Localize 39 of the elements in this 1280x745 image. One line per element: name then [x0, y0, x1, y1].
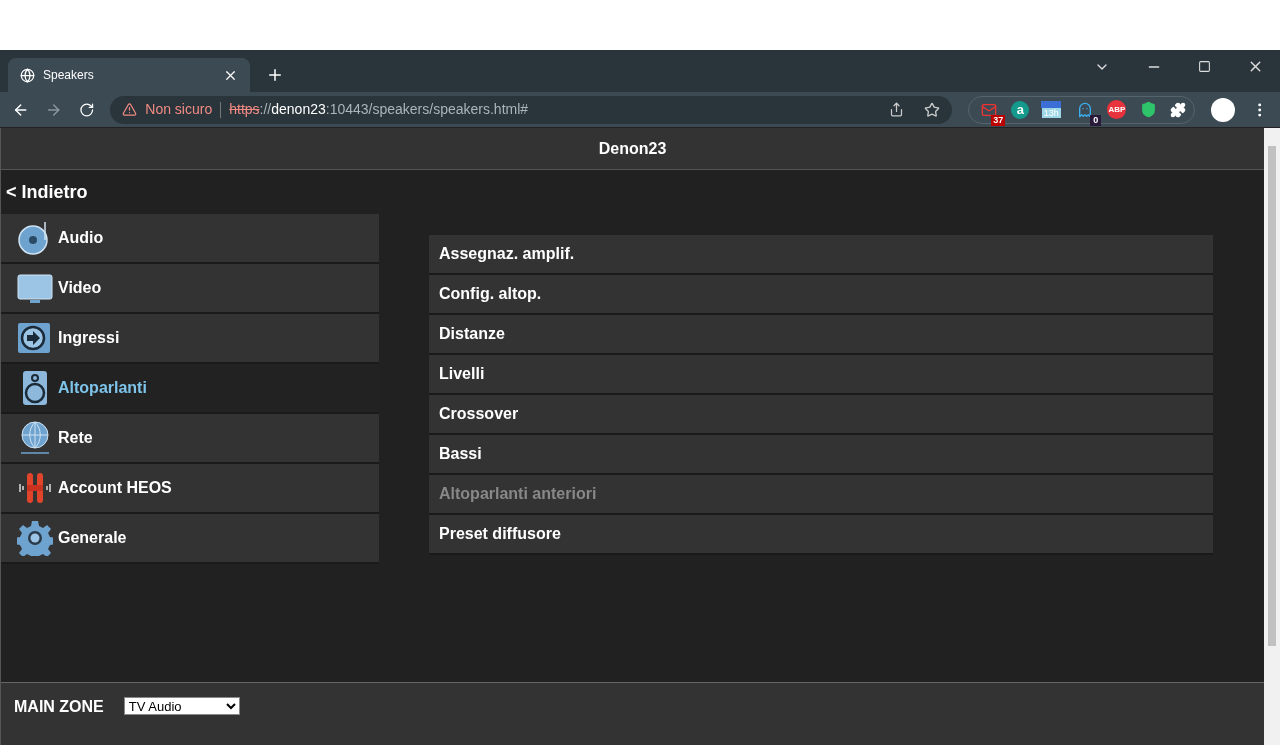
share-icon[interactable] [889, 102, 905, 117]
envelope-icon [981, 101, 998, 118]
settings-menu-item[interactable]: Livelli [429, 355, 1213, 395]
sidebar-item[interactable]: Rete [1, 414, 379, 464]
browser-tab[interactable]: Speakers [8, 58, 250, 92]
back-link[interactable]: < Indietro [6, 178, 88, 206]
settings-menu-item[interactable]: Assegnaz. amplif. [429, 235, 1213, 275]
settings-menu-item[interactable]: Distanze [429, 315, 1213, 355]
maximize-icon[interactable] [1198, 60, 1211, 73]
sidebar-item[interactable]: Account HEOS [1, 464, 379, 514]
sidebar-item[interactable]: Video [1, 264, 379, 314]
warning-icon [122, 102, 138, 117]
settings-menu-item[interactable]: Bassi [429, 435, 1213, 475]
extensions-icon[interactable] [1170, 101, 1187, 118]
url-text: https://denon23:10443/speakers/speakers.html# [229, 100, 529, 119]
ghost-icon [1077, 101, 1094, 118]
reload-icon[interactable] [78, 101, 95, 118]
extension-badge: 37 [991, 114, 1006, 126]
security-label: Non sicuro [145, 100, 213, 119]
bookmark-star-icon[interactable] [924, 101, 941, 118]
sidebar-item[interactable]: Ingressi [1, 314, 379, 364]
settings-menu-item[interactable]: Crossover [429, 395, 1213, 435]
sidebar-item[interactable]: Generale [1, 514, 379, 564]
globe-icon [20, 67, 35, 83]
adblock-extension-button[interactable]: ABP [1107, 100, 1127, 119]
source-select[interactable]: TV Audio [123, 697, 240, 715]
profile-avatar[interactable] [1211, 97, 1235, 122]
zone-label: MAIN ZONE [14, 697, 104, 717]
tab-title: Speakers [43, 67, 95, 84]
sidebar-item[interactable]: Audio [1, 214, 379, 264]
extension-badge: 0 [1090, 114, 1102, 126]
address-bar[interactable]: Non sicuro https://denon23:10443/speakers/speakers.html# [110, 95, 953, 124]
scrollbar[interactable] [1264, 128, 1280, 745]
settings-menu-item[interactable]: Config. altop. [429, 275, 1213, 315]
gear-icon [17, 520, 53, 556]
new-tab-icon[interactable] [266, 66, 284, 84]
page-title: Denon23 [598, 138, 667, 159]
heos-icon [17, 470, 53, 506]
settings-menu-item[interactable]: Preset diffusore [429, 515, 1213, 555]
